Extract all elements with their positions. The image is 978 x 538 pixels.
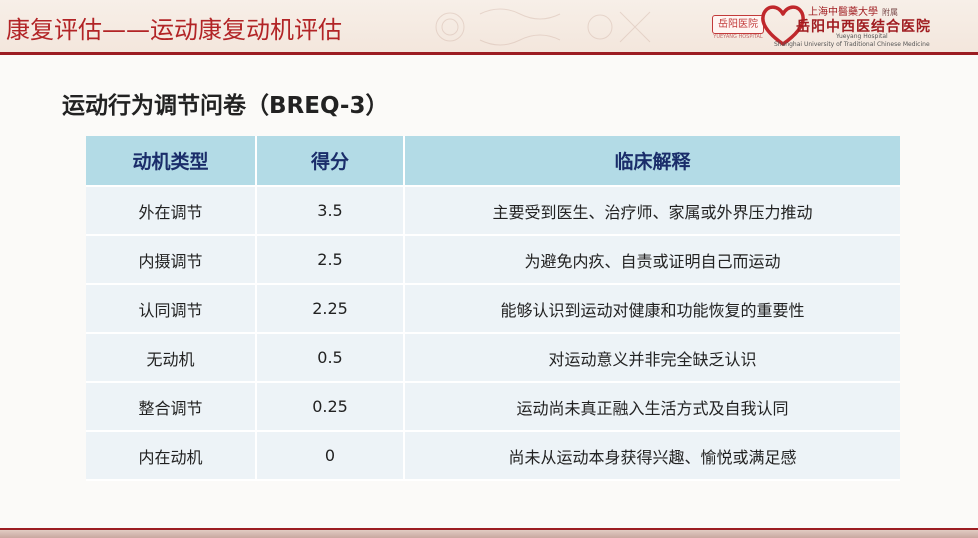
cell-score: 2.25: [256, 284, 405, 334]
table-header-row: 动机类型 得分 临床解释: [86, 136, 900, 187]
table-row: 内摄调节 2.5 为避免内疚、自责或证明自己而运动: [86, 235, 900, 285]
cell-score: 0.25: [256, 382, 405, 432]
badge-yueyang: 岳阳医院: [712, 15, 764, 34]
column-header-interpretation: 临床解释: [404, 136, 900, 187]
cell-interpretation: 能够认识到运动对健康和功能恢复的重要性: [404, 284, 900, 334]
breq-table: 动机类型 得分 临床解释 外在调节 3.5 主要受到医生、治疗师、家属或外界压力…: [86, 136, 900, 481]
cell-type: 内在动机: [86, 431, 257, 481]
cell-interpretation: 对运动意义并非完全缺乏认识: [404, 333, 900, 383]
table-row: 外在调节 3.5 主要受到医生、治疗师、家属或外界压力推动: [86, 186, 900, 236]
cell-score: 2.5: [256, 235, 405, 285]
cell-score: 0: [256, 431, 405, 481]
column-header-score: 得分: [256, 136, 405, 187]
cell-interpretation: 运动尚未真正融入生活方式及自我认同: [404, 382, 900, 432]
section-title: 运动行为调节问卷（BREQ-3）: [62, 93, 389, 119]
cell-score: 3.5: [256, 186, 405, 236]
table-row: 无动机 0.5 对运动意义并非完全缺乏认识: [86, 333, 900, 383]
cell-type: 外在调节: [86, 186, 257, 236]
slide-footer: [0, 528, 978, 538]
slide-header: 康复评估——运动康复动机评估 岳阳医院 YUEYANG HOSPITAL 上海中…: [0, 0, 978, 54]
cell-interpretation: 为避免内疚、自责或证明自己而运动: [404, 235, 900, 285]
table-row: 内在动机 0 尚未从运动本身获得兴趣、愉悦或满足感: [86, 431, 900, 481]
cell-type: 内摄调节: [86, 235, 257, 285]
hospital-name-en: Yueyang Hospital: [836, 33, 888, 40]
column-header-type: 动机类型: [86, 136, 257, 187]
cell-type: 整合调节: [86, 382, 257, 432]
cell-interpretation: 主要受到医生、治疗师、家属或外界压力推动: [404, 186, 900, 236]
cell-type: 无动机: [86, 333, 257, 383]
university-name-en: Shanghai University of Traditional Chine…: [774, 41, 930, 48]
table-row: 认同调节 2.25 能够认识到运动对健康和功能恢复的重要性: [86, 284, 900, 334]
hospital-logo: 岳阳医院 YUEYANG HOSPITAL 上海中醫藥大學 附属 岳阳中西医结合医…: [700, 2, 972, 50]
cell-interpretation: 尚未从运动本身获得兴趣、愉悦或满足感: [404, 431, 900, 481]
cell-type: 认同调节: [86, 284, 257, 334]
table-row: 整合调节 0.25 运动尚未真正融入生活方式及自我认同: [86, 382, 900, 432]
cell-score: 0.5: [256, 333, 405, 383]
page-title: 康复评估——运动康复动机评估: [6, 16, 342, 44]
decorative-pattern: [435, 8, 651, 46]
header-divider: [0, 52, 978, 55]
